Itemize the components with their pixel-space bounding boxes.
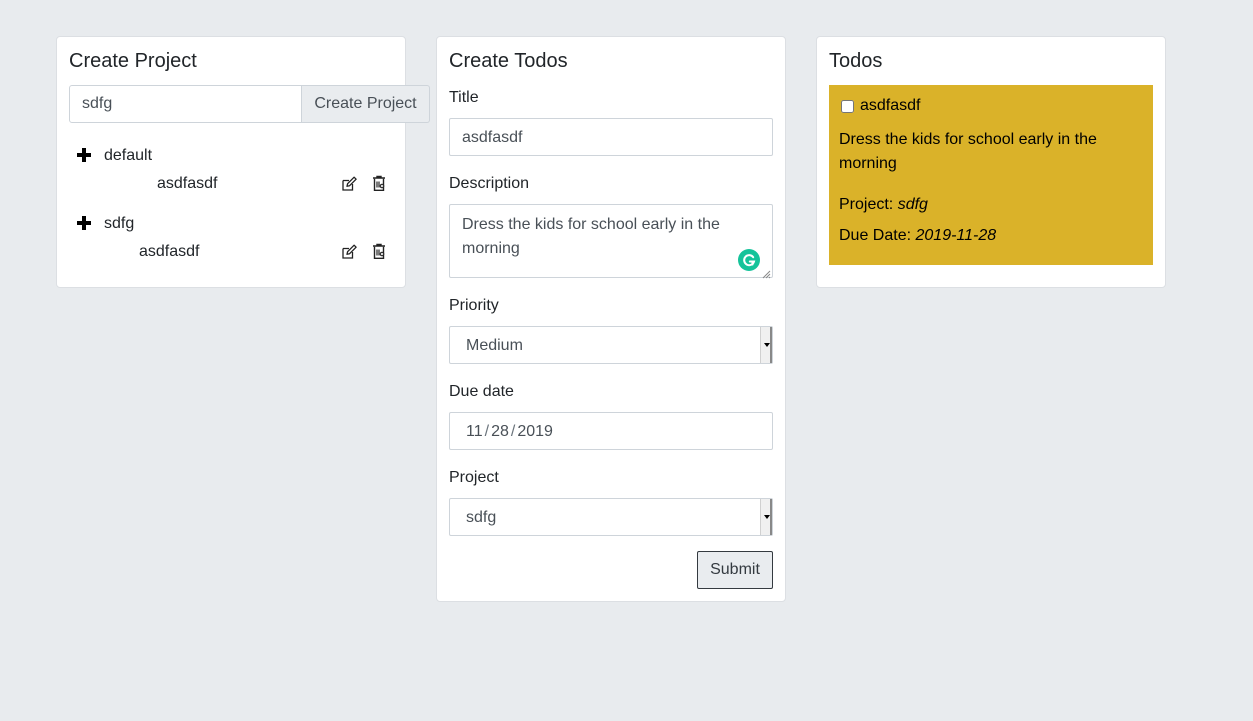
project-label: Project bbox=[449, 469, 499, 486]
create-project-form: Create Project bbox=[69, 85, 430, 123]
create-project-card: Create Project Create Project default as… bbox=[56, 36, 430, 288]
project-group-sdfg: sdfg asdfasdf bbox=[57, 209, 405, 269]
resize-handle-icon[interactable] bbox=[761, 266, 771, 279]
dropdown-arrow-icon[interactable] bbox=[760, 499, 772, 535]
description-label: Description bbox=[449, 175, 530, 192]
project-todo-item[interactable]: asdfasdf bbox=[157, 173, 217, 195]
project-select-value: sdfg bbox=[466, 509, 497, 526]
todo-project: Project: sdfg bbox=[839, 195, 928, 215]
todo-due-date: Due Date: 2019-11-28 bbox=[839, 226, 996, 246]
description-textarea[interactable]: Dress the kids for school early in the m… bbox=[449, 204, 773, 279]
title-input[interactable]: asdfasdf bbox=[449, 118, 773, 156]
dropdown-arrow-icon[interactable] bbox=[760, 327, 772, 363]
due-date-input[interactable]: 11/28/2019 bbox=[449, 412, 773, 450]
create-project-button[interactable]: Create Project bbox=[302, 85, 430, 123]
due-date-label: Due date bbox=[449, 383, 514, 400]
create-project-title: Create Project bbox=[69, 50, 197, 72]
todo-due-value: 2019-11-28 bbox=[915, 227, 997, 244]
grammarly-icon[interactable] bbox=[738, 249, 760, 271]
plus-icon[interactable] bbox=[77, 216, 91, 230]
due-date-month[interactable]: 11 bbox=[466, 423, 483, 440]
due-date-value: 11/28/2019 bbox=[466, 423, 553, 440]
description-textarea-value: Dress the kids for school early in the m… bbox=[462, 216, 720, 257]
todo-due-label: Due Date: bbox=[839, 227, 912, 244]
due-date-day[interactable]: 28 bbox=[491, 423, 509, 440]
project-select[interactable]: sdfg bbox=[449, 498, 773, 536]
todos-title: Todos bbox=[829, 50, 883, 72]
create-todos-title: Create Todos bbox=[449, 50, 568, 72]
todos-card: Todos asdfasdf Dress the kids for school… bbox=[816, 36, 1166, 288]
todo-item: asdfasdf Dress the kids for school early… bbox=[829, 85, 1153, 265]
submit-button[interactable]: Submit bbox=[697, 551, 773, 589]
edit-icon[interactable] bbox=[341, 176, 357, 192]
todo-project-value: sdfg bbox=[897, 196, 928, 213]
project-group-default: default asdfasdf bbox=[57, 141, 405, 201]
create-todos-card: Create Todos Title asdfasdf Description … bbox=[436, 36, 786, 602]
title-label: Title bbox=[449, 89, 479, 106]
project-name[interactable]: sdfg bbox=[104, 213, 134, 235]
todo-project-label: Project: bbox=[839, 196, 894, 213]
priority-select-value: Medium bbox=[466, 337, 523, 354]
todo-title: asdfasdf bbox=[860, 97, 921, 114]
todo-description: Dress the kids for school early in the m… bbox=[839, 131, 1097, 172]
project-todo-item[interactable]: asdfasdf bbox=[139, 241, 199, 263]
trash-icon[interactable] bbox=[371, 243, 387, 260]
plus-icon[interactable] bbox=[77, 148, 91, 162]
title-input-value: asdfasdf bbox=[462, 129, 523, 146]
due-date-year[interactable]: 2019 bbox=[517, 423, 553, 440]
trash-icon[interactable] bbox=[371, 175, 387, 192]
edit-icon[interactable] bbox=[341, 244, 357, 260]
project-name-input[interactable] bbox=[69, 85, 302, 123]
priority-label: Priority bbox=[449, 297, 499, 314]
todo-checkbox[interactable] bbox=[841, 100, 854, 113]
priority-select[interactable]: Medium bbox=[449, 326, 773, 364]
project-name[interactable]: default bbox=[104, 145, 152, 167]
